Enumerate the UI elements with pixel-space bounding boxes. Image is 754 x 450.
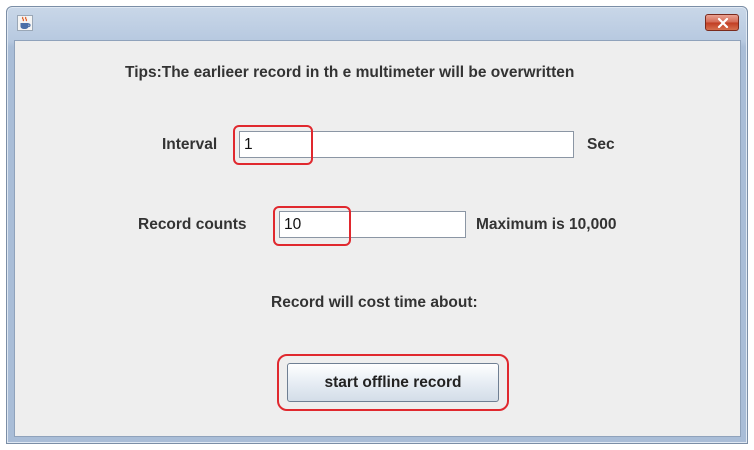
record-counts-input[interactable] [279, 211, 466, 238]
record-counts-label: Record counts [138, 216, 247, 233]
duration-estimate-label: Record will cost time about: [271, 294, 478, 311]
dialog-content: Tips:The earlieer record in th e multime… [14, 40, 741, 437]
interval-unit-label: Sec [587, 136, 615, 153]
interval-input[interactable] [239, 131, 574, 158]
close-icon [717, 18, 729, 28]
tips-text: Tips:The earlieer record in th e multime… [125, 64, 575, 81]
start-offline-record-button[interactable]: start offline record [287, 363, 499, 402]
title-bar[interactable] [7, 7, 747, 39]
dialog-window: Tips:The earlieer record in th e multime… [6, 6, 748, 444]
record-counts-maximum-label: Maximum is 10,000 [476, 216, 617, 233]
java-coffee-cup-icon [17, 15, 33, 31]
close-button[interactable] [705, 14, 739, 31]
interval-label: Interval [162, 136, 218, 153]
